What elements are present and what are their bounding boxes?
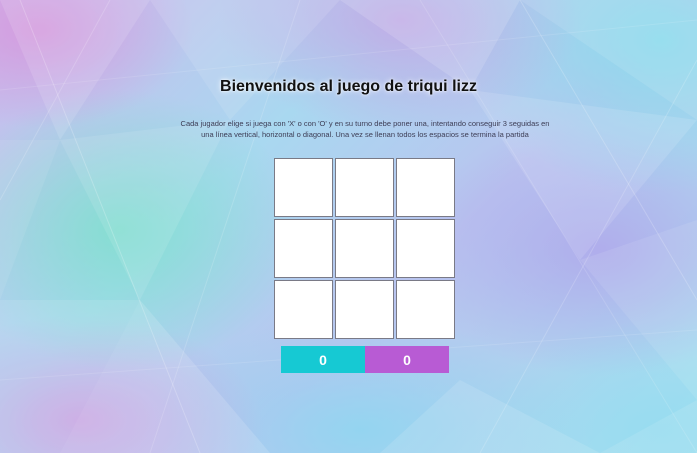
player-o-score: 0 [365,346,449,373]
board-cell-8[interactable] [335,280,394,339]
player-x-score: 0 [281,346,365,373]
tic-tac-toe-board [274,158,457,341]
game-instructions: Cada jugador elige si juega con 'X' o co… [180,119,550,139]
board-cell-7[interactable] [274,280,333,339]
board-cell-5[interactable] [335,219,394,278]
board-cell-9[interactable] [396,280,455,339]
board-cell-6[interactable] [396,219,455,278]
board-cell-1[interactable] [274,158,333,217]
scoreboard: 0 0 [281,346,449,373]
board-cell-3[interactable] [396,158,455,217]
board-cell-4[interactable] [274,219,333,278]
page-title: Bienvenidos al juego de triqui lizz [220,78,477,95]
board-cell-2[interactable] [335,158,394,217]
